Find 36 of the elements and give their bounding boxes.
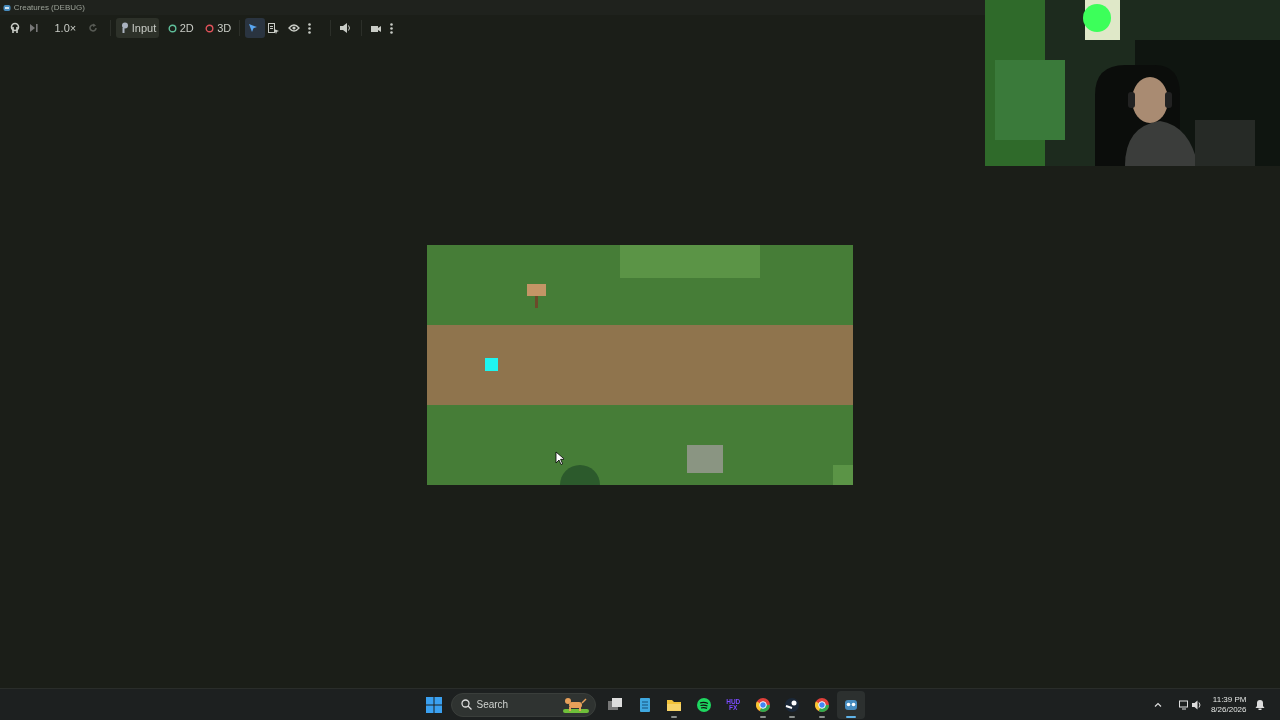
mode-tab[interactable]: 2D: [164, 18, 197, 38]
mode-tab[interactable]: Input: [115, 18, 160, 38]
speaker-icon: [339, 23, 352, 33]
step-icon: [29, 23, 39, 33]
window-title: Creatures (DEBUG): [13, 1, 85, 14]
speaker-icon: [1192, 699, 1203, 710]
speed-button[interactable]: 1.0×: [51, 18, 80, 38]
list-select-icon: [268, 22, 280, 34]
monitor-icon: [1179, 699, 1190, 710]
more-icon: [390, 22, 394, 34]
chevron-up-icon: [1153, 702, 1162, 707]
browser-ball-icon: [813, 696, 830, 713]
reset-icon: [87, 23, 98, 33]
taskbar-app[interactable]: [837, 690, 866, 719]
pointer-icon: [248, 23, 259, 33]
bell-icon: [1255, 699, 1265, 710]
ring-icon: [167, 23, 177, 33]
mode-tab[interactable]: 3D: [202, 18, 235, 38]
more-icon: [308, 22, 312, 34]
windows-logo-icon: [426, 696, 442, 713]
godot-logo-icon: [3, 3, 11, 12]
browser-ball-icon: [754, 696, 771, 713]
music-disc-icon: [695, 696, 712, 713]
cursor-icon: [555, 451, 564, 466]
search-box[interactable]: Search: [450, 692, 596, 717]
remote-debug-icon: [9, 22, 21, 34]
windows-stack-icon: [607, 696, 624, 713]
dog-icon: [563, 696, 590, 713]
search-field[interactable]: Search: [474, 696, 555, 713]
camera-icon: [370, 23, 383, 33]
tool-button[interactable]: [245, 18, 266, 38]
eye-icon: [288, 24, 301, 32]
clock-time: 11:39 PM: [1211, 694, 1247, 705]
clock-date: 8/26/2026: [1210, 704, 1247, 715]
ring-icon: [205, 23, 215, 33]
search-icon: [460, 699, 472, 710]
